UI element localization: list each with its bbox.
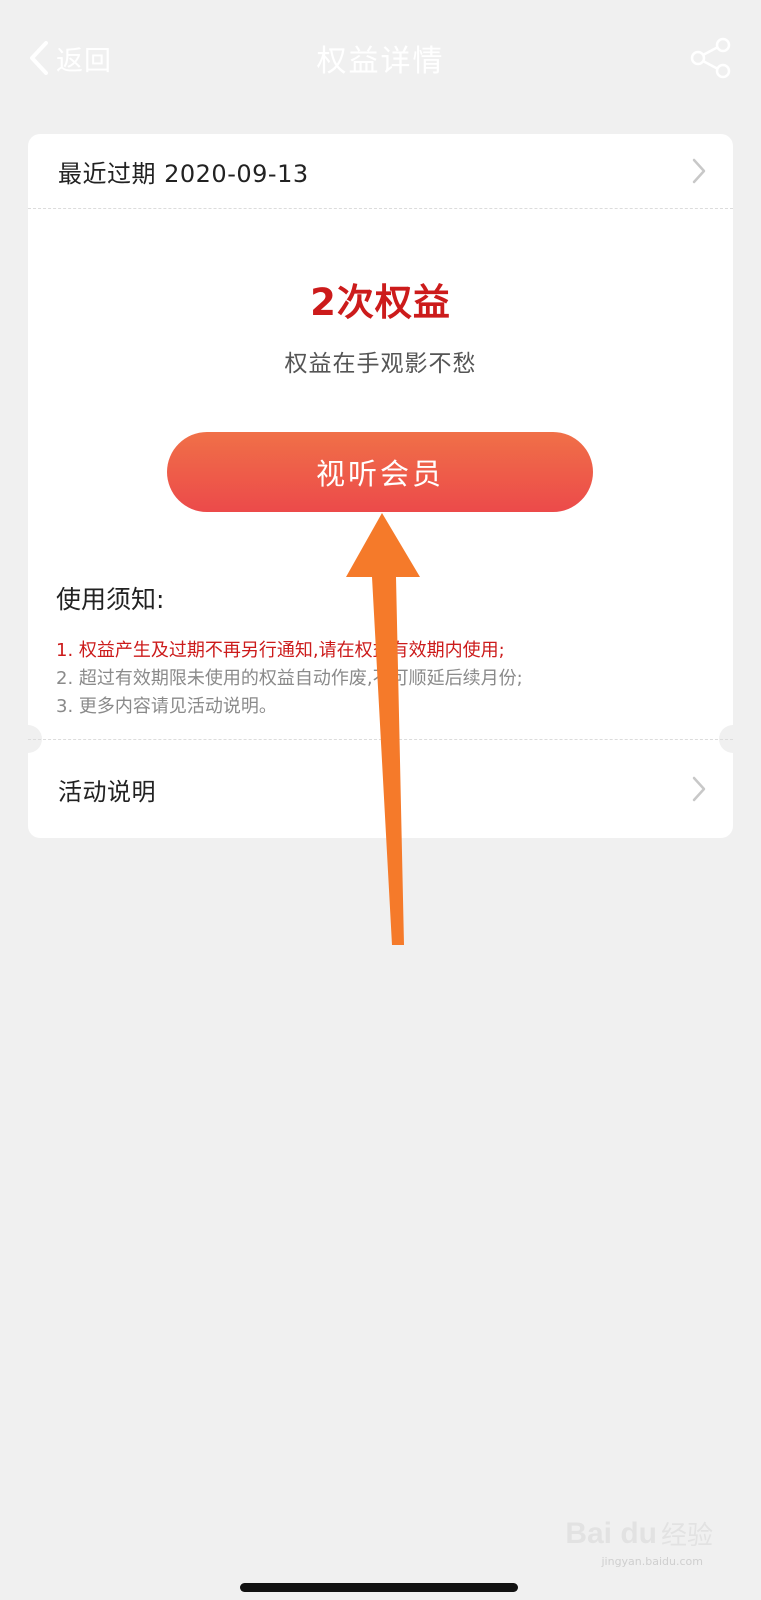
activity-description-label: 活动说明 xyxy=(58,777,156,806)
top-nav-bar: 返回 权益详情 xyxy=(0,0,761,118)
annotation-arrow-icon xyxy=(346,513,420,945)
notice-item: 3. 更多内容请见活动说明。 xyxy=(56,696,277,717)
page-title: 权益详情 xyxy=(316,44,445,79)
benefit-count: 2次权益 xyxy=(310,281,451,324)
usage-notice-title: 使用须知: xyxy=(56,585,165,614)
benefit-slogan: 权益在手观影不愁 xyxy=(284,351,477,377)
watermark-logo: Bai du xyxy=(565,1516,657,1550)
watermark-text: 经验 xyxy=(660,1521,713,1551)
share-button[interactable] xyxy=(689,36,733,80)
expiry-label: 最近过期 2020-09-13 xyxy=(58,159,309,188)
divider xyxy=(28,208,733,209)
watermark-url: jingyan.baidu.com xyxy=(601,1555,703,1568)
share-icon xyxy=(690,37,731,79)
video-membership-button[interactable]: 视听会员 xyxy=(167,432,593,512)
home-indicator[interactable] xyxy=(240,1583,518,1592)
expiry-row[interactable]: 最近过期 2020-09-13 xyxy=(28,134,733,208)
chevron-right-icon xyxy=(692,776,706,802)
notice-item: 2. 超过有效期限未使用的权益自动作废,不可顺延后续月份; xyxy=(56,668,523,689)
baidu-jingyan-watermark: Bai du 经验 xyxy=(565,1515,713,1552)
chevron-right-icon xyxy=(692,158,706,184)
notice-item: 1. 权益产生及过期不再另行通知,请在权益有效期内使用; xyxy=(56,640,505,661)
